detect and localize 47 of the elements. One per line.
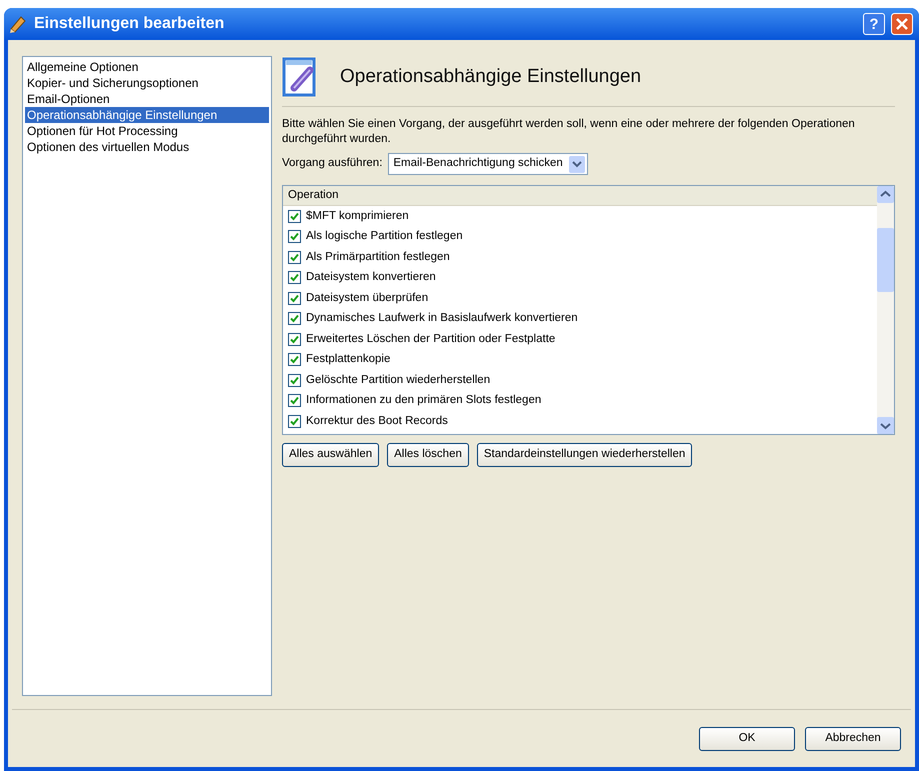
sidebar-item[interactable]: Allgemeine Optionen bbox=[25, 59, 269, 75]
sidebar-item[interactable]: Optionen des virtuellen Modus bbox=[25, 139, 269, 155]
operation-label: Korrektur des Boot Records bbox=[306, 414, 448, 429]
dialog-button[interactable]: Abbrechen bbox=[805, 726, 901, 750]
chevron-down-icon bbox=[568, 156, 585, 172]
checkbox[interactable] bbox=[288, 271, 301, 284]
help-button[interactable]: ? bbox=[863, 13, 885, 35]
scrollbar[interactable] bbox=[877, 186, 894, 434]
panel-heading: Operationsabhängige Einstellungen bbox=[340, 64, 642, 89]
checkbox[interactable] bbox=[288, 230, 301, 244]
sidebar-item[interactable]: Email-Optionen bbox=[25, 91, 269, 107]
chevron-down-icon[interactable] bbox=[877, 417, 894, 434]
dialog-button[interactable]: OK bbox=[699, 726, 795, 750]
sidebar-item[interactable]: Optionen für Hot Processing bbox=[25, 123, 269, 139]
operation-label: Dynamisches Laufwerk in Basislaufwerk konvertieren bbox=[306, 311, 578, 326]
action-dropdown[interactable]: Email-Benachrichtigung schicken bbox=[388, 153, 588, 175]
sidebar-item[interactable]: Kopier- und Sicherungsoptionen bbox=[25, 75, 269, 91]
operation-label: $MFT komprimieren bbox=[306, 208, 409, 224]
list-action-button[interactable]: Standardeinstellungen wiederherstellen bbox=[476, 443, 692, 467]
operation-label: Als logische Partition festlegen bbox=[306, 229, 463, 244]
column-header[interactable]: Operation bbox=[283, 186, 877, 206]
operation-label: Festplattenkopie bbox=[306, 352, 390, 368]
checkbox[interactable] bbox=[288, 353, 301, 366]
operation-label: Gelöschte Partition wiederherstellen bbox=[306, 372, 490, 388]
checkbox[interactable] bbox=[288, 292, 301, 305]
operation-label: Dateisystem überprüfen bbox=[306, 290, 428, 306]
list-action-button[interactable]: Alles auswählen bbox=[282, 443, 380, 467]
operation-label: Informationen zu den primären Slots festlegen bbox=[306, 393, 542, 408]
checkbox[interactable] bbox=[288, 312, 301, 326]
scroll-thumb[interactable] bbox=[877, 228, 894, 292]
chevron-up-icon[interactable] bbox=[877, 186, 894, 203]
close-icon[interactable] bbox=[891, 13, 913, 35]
window-title: Einstellungen bearbeiten bbox=[34, 14, 226, 34]
sidebar-item[interactable]: Operationsabhängige Einstellungen bbox=[25, 107, 269, 123]
description-text: Bitte wählen Sie einen Vorgang, der ausgeführt werden soll, wenn eine oder mehrere der folgenden Operationen durchgeführt wurden. bbox=[282, 117, 856, 147]
action-label: Vorgang ausführen: bbox=[282, 156, 382, 172]
checkbox[interactable] bbox=[288, 394, 301, 408]
checkbox[interactable] bbox=[288, 250, 301, 264]
pencil-icon bbox=[8, 14, 28, 34]
checkbox[interactable] bbox=[288, 332, 301, 346]
list-action-button[interactable]: Alles löschen bbox=[387, 443, 469, 467]
checkbox[interactable] bbox=[288, 374, 301, 387]
operation-label: Dateisystem konvertieren bbox=[306, 270, 436, 286]
checkbox[interactable] bbox=[288, 414, 301, 428]
operation-label: Erweitertes Löschen der Partition oder Festplatte bbox=[306, 332, 556, 347]
operation-label: Als Primärpartition festlegen bbox=[306, 250, 450, 265]
checkbox[interactable] bbox=[288, 210, 301, 223]
